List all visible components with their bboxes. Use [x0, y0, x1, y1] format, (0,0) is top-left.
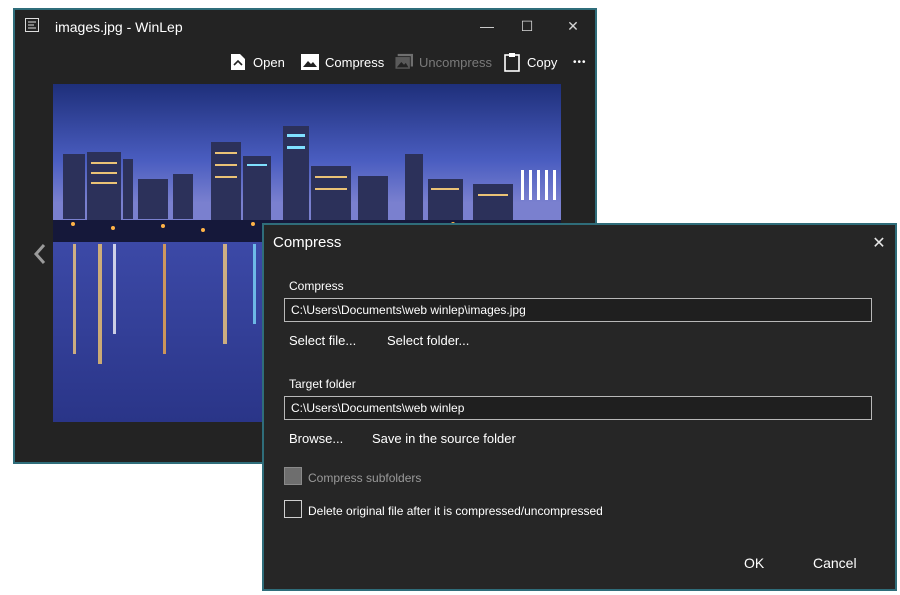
copy-label: Copy — [527, 54, 558, 70]
close-button[interactable]: ✕ — [553, 13, 593, 39]
more-icon: ••• — [573, 56, 587, 68]
open-label: Open — [253, 54, 285, 70]
target-folder-label: Target folder — [289, 377, 356, 391]
minimize-icon: — — [480, 18, 494, 34]
save-in-source-folder-button[interactable]: Save in the source folder — [372, 431, 516, 446]
close-icon: ✕ — [872, 235, 886, 252]
window-title: images.jpg - WinLep — [55, 19, 183, 35]
chevron-left-icon[interactable] — [31, 242, 49, 266]
more-button[interactable]: ••• — [573, 50, 587, 74]
compress-label: Compress — [325, 54, 385, 70]
minimize-button[interactable]: — — [467, 13, 507, 39]
copy-button[interactable]: Copy — [503, 50, 557, 74]
select-file-button[interactable]: Select file... — [289, 333, 356, 348]
cancel-button[interactable]: Cancel — [813, 555, 857, 571]
uncompress-label: Uncompress — [419, 54, 492, 70]
dialog-title: Compress — [273, 234, 342, 251]
target-folder-input[interactable]: C:\Users\Documents\web winlep — [284, 396, 872, 420]
uncompress-button[interactable]: Uncompress — [395, 50, 492, 74]
close-icon: ✕ — [567, 17, 579, 34]
compress-button[interactable]: Compress — [301, 50, 384, 74]
compress-subfolders-label: Compress subfolders — [308, 471, 422, 485]
maximize-button[interactable]: ☐ — [507, 13, 547, 39]
select-folder-button[interactable]: Select folder... — [387, 333, 469, 348]
app-icon — [25, 18, 39, 32]
open-button[interactable]: Open — [229, 50, 285, 74]
compress-dialog: Compress ✕ Compress C:\Users\Documents\w… — [262, 223, 897, 591]
images-icon — [395, 53, 413, 71]
compress-field-label: Compress — [289, 279, 344, 293]
browse-button[interactable]: Browse... — [289, 431, 343, 446]
compress-subfolders-checkbox[interactable] — [284, 467, 302, 485]
image-icon — [301, 53, 319, 71]
ok-button[interactable]: OK — [744, 555, 764, 571]
dialog-close-button[interactable]: ✕ — [867, 231, 891, 255]
maximize-icon: ☐ — [520, 17, 534, 34]
open-file-icon — [229, 53, 247, 71]
compress-path-input[interactable]: C:\Users\Documents\web winlep\images.jpg — [284, 298, 872, 322]
clipboard-icon — [503, 53, 521, 72]
delete-original-checkbox[interactable] — [284, 500, 302, 518]
delete-original-label: Delete original file after it is compres… — [308, 504, 603, 518]
